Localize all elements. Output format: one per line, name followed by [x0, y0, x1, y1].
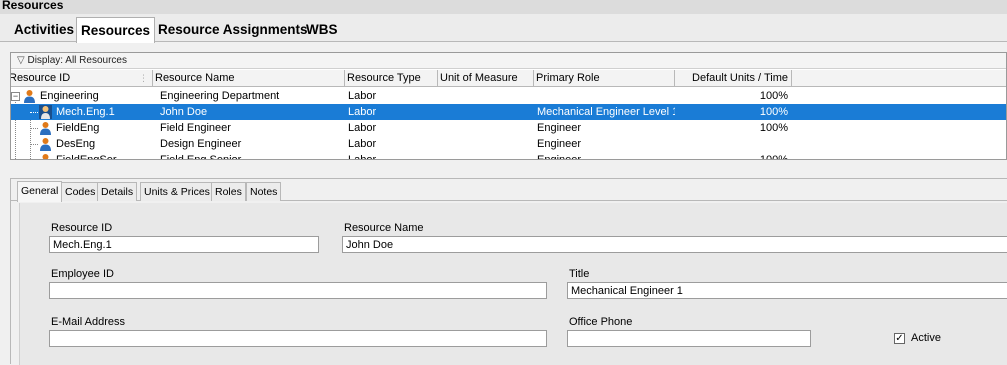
col-header-primary-role[interactable]: Primary Role	[534, 70, 675, 87]
resources-grid: ▽ Display: All Resources Resource ID ⋮ R…	[10, 52, 1007, 160]
cell-primary-role	[534, 88, 675, 104]
cell-unit-of-measure	[438, 136, 534, 152]
cell-resource-id: FieldEng	[56, 122, 100, 134]
cell-resource-type: Labor	[348, 122, 377, 134]
cell-resource-type: Labor	[348, 106, 377, 118]
tab-units-prices[interactable]: Units & Prices	[140, 182, 214, 201]
cell-resource-id: DesEng	[56, 138, 96, 150]
cell-resource-name: Field Eng Senior	[160, 154, 242, 160]
cell-resource-name: Engineering Department	[160, 90, 280, 102]
resource-name-label: Resource Name	[344, 222, 424, 234]
chevron-down-icon[interactable]: ▽	[17, 55, 25, 66]
cell-default-units: 100%	[759, 122, 788, 134]
cell-resource-type: Labor	[348, 138, 377, 150]
collapse-icon[interactable]: −	[11, 92, 20, 101]
employee-id-field[interactable]	[49, 282, 547, 299]
table-row[interactable]: − Engineering Engineering Department Lab…	[11, 88, 1006, 104]
tab-general[interactable]: General	[17, 181, 63, 202]
email-label: E-Mail Address	[51, 316, 125, 328]
office-phone-label: Office Phone	[569, 316, 633, 328]
cell-primary-role: Mechanical Engineer Level 1	[537, 106, 675, 118]
col-header-resource-name[interactable]: Resource Name	[153, 70, 345, 87]
person-icon	[42, 154, 49, 159]
cell-resource-id: Mech.Eng.1	[56, 106, 115, 118]
table-row-selected[interactable]: Mech.Eng.1 John Doe Labor Mechanical Eng…	[11, 104, 1006, 120]
email-field[interactable]	[49, 330, 547, 347]
display-filter-label: Display: All Resources	[27, 55, 127, 66]
cell-primary-role: Engineer	[537, 138, 582, 150]
tab-resources[interactable]: Resources	[76, 17, 156, 43]
table-row[interactable]: FieldEng Field Engineer Labor Engineer 1…	[11, 120, 1006, 136]
title-field[interactable]	[567, 282, 1007, 299]
cell-unit-of-measure	[438, 104, 534, 120]
cell-default-units: 100%	[759, 90, 788, 102]
tab-wbs[interactable]: WBS	[302, 19, 342, 42]
cell-default-units	[675, 136, 792, 152]
person-icon	[24, 90, 35, 103]
active-checkbox[interactable]: ✓	[894, 333, 905, 344]
cell-unit-of-measure	[438, 152, 534, 159]
window-title: Resources	[0, 0, 1007, 14]
person-icon	[40, 122, 51, 135]
cell-unit-of-measure	[438, 88, 534, 104]
cell-resource-id: FieldEngSer	[56, 154, 117, 160]
resource-name-field[interactable]	[342, 236, 1007, 253]
tree-connector	[30, 112, 38, 113]
resource-id-label: Resource ID	[51, 222, 113, 234]
tab-roles[interactable]: Roles	[211, 182, 246, 201]
table-row[interactable]: DesEng Design Engineer Labor Engineer	[11, 136, 1006, 152]
cell-resource-type: Labor	[348, 90, 377, 102]
cell-primary-role: Engineer	[537, 154, 582, 160]
resource-id-field[interactable]	[49, 236, 319, 253]
employee-id-label: Employee ID	[51, 268, 114, 280]
general-form: Resource ID Resource Name Employee ID Ti…	[19, 203, 1007, 365]
cell-resource-type: Labor	[348, 154, 377, 160]
cell-resource-name: John Doe	[160, 106, 208, 118]
tab-notes[interactable]: Notes	[246, 182, 282, 201]
cell-resource-id: Engineering	[40, 90, 99, 102]
tab-details[interactable]: Details	[97, 182, 138, 201]
person-icon	[40, 138, 51, 151]
cell-resource-name: Field Engineer	[160, 122, 231, 134]
table-row[interactable]: FieldEngSer Field Eng Senior Labor Engin…	[11, 152, 1006, 160]
col-header-unit-of-measure[interactable]: Unit of Measure	[438, 70, 534, 87]
col-header-resource-id[interactable]: Resource ID ⋮	[11, 70, 153, 87]
cell-unit-of-measure	[438, 120, 534, 136]
col-header-resource-type[interactable]: Resource Type	[345, 70, 438, 87]
active-label: Active	[911, 332, 941, 344]
detail-tab-bar: General Codes Details Units & Prices Rol…	[11, 179, 1007, 202]
cell-resource-name: Design Engineer	[160, 138, 242, 150]
col-header-default-units[interactable]: Default Units / Time	[675, 70, 792, 87]
col-header-filler	[792, 70, 1006, 87]
tree-connector	[30, 144, 38, 145]
cell-primary-role: Engineer	[537, 122, 582, 134]
tab-codes[interactable]: Codes	[61, 182, 100, 201]
cell-default-units: 100%	[759, 154, 788, 160]
tab-activities[interactable]: Activities	[10, 19, 78, 42]
person-icon	[39, 105, 52, 119]
display-filter-bar[interactable]: ▽ Display: All Resources	[11, 53, 1006, 69]
resource-detail-pane: General Codes Details Units & Prices Rol…	[10, 178, 1007, 365]
tab-resource-assignments[interactable]: Resource Assignments	[154, 19, 312, 42]
tree-sort-icon: ⋮	[139, 73, 148, 83]
title-label: Title	[569, 268, 590, 280]
office-phone-field[interactable]	[567, 330, 811, 347]
main-tab-bar: Activities Resources Resource Assignment…	[0, 14, 1007, 43]
tree-connector	[30, 128, 38, 129]
cell-default-units: 100%	[759, 106, 788, 118]
